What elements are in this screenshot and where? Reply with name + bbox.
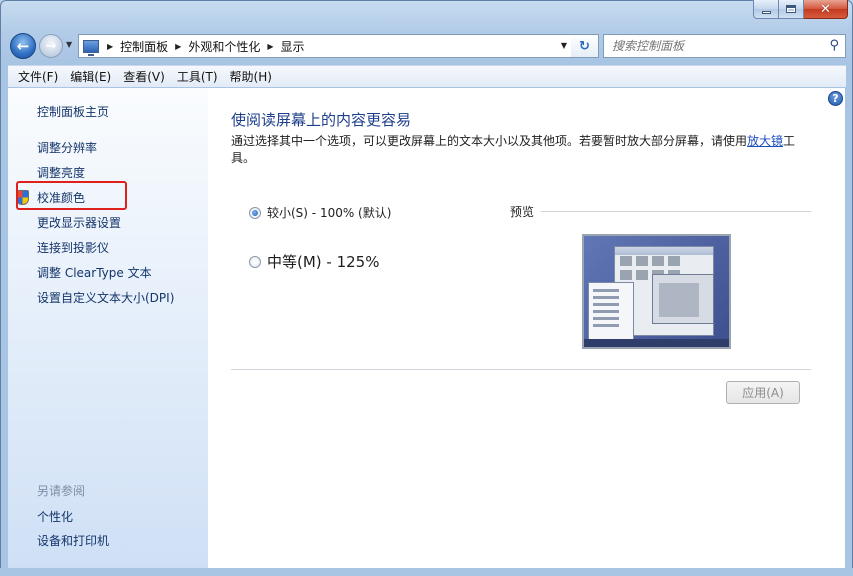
option-medium-label: 中等(M) - 125% (267, 253, 380, 271)
page-title: 使阅读屏幕上的内容更容易 (231, 111, 412, 129)
sidebar-link-control-panel-home[interactable]: 控制面板主页 (37, 103, 109, 120)
minimize-icon (761, 10, 771, 14)
breadcrumb-separator-icon[interactable]: ▶ (267, 42, 273, 51)
main-content: ? 使阅读屏幕上的内容更容易 通过选择其中一个选项，可以更改屏幕上的文本大小以及… (208, 88, 845, 568)
menu-help[interactable]: 帮助(H) (224, 68, 278, 85)
address-dropdown-icon[interactable]: ▼ (561, 41, 567, 50)
refresh-button[interactable]: ↻ (571, 34, 599, 58)
menu-bar: 文件(F) 编辑(E) 查看(V) 工具(T) 帮助(H) (8, 65, 846, 87)
breadcrumb-separator-icon[interactable]: ▶ (107, 42, 113, 51)
breadcrumb-display[interactable]: 显示 (281, 38, 305, 55)
magnifier-link[interactable]: 放大镜 (747, 134, 783, 148)
menu-file[interactable]: 文件(F) (12, 68, 64, 85)
back-arrow-icon: ← (16, 37, 30, 55)
minimize-button[interactable] (753, 0, 779, 19)
close-icon: ✕ (820, 1, 831, 17)
breadcrumb-separator-icon[interactable]: ▶ (175, 42, 181, 51)
menu-view[interactable]: 查看(V) (117, 68, 171, 85)
help-icon[interactable]: ? (828, 91, 843, 106)
refresh-icon: ↻ (579, 38, 590, 54)
option-smaller-label: 较小(S) - 100% (默认) (267, 206, 392, 220)
preview-taskbar (584, 339, 729, 347)
close-button[interactable]: ✕ (804, 0, 848, 19)
breadcrumb-control-panel[interactable]: 控制面板 (120, 38, 168, 55)
maximize-icon (786, 5, 796, 13)
menu-edit[interactable]: 编辑(E) (64, 68, 117, 85)
preview-divider (541, 211, 811, 212)
sidebar-link-adjust-resolution[interactable]: 调整分辨率 (37, 139, 97, 156)
chevron-down-icon: ▼ (66, 40, 73, 49)
sidebar-link-connect-projector[interactable]: 连接到投影仪 (37, 239, 109, 256)
radio-smaller[interactable] (249, 206, 261, 219)
sidebar-link-custom-dpi[interactable]: 设置自定义文本大小(DPI) (37, 289, 174, 306)
sidebar-link-devices-printers[interactable]: 设备和打印机 (37, 532, 109, 549)
preview-image (582, 234, 731, 349)
back-button[interactable]: ← (10, 33, 36, 59)
highlight-annotation-box (16, 181, 127, 210)
caption-buttons: ✕ (753, 0, 848, 19)
menu-tools[interactable]: 工具(T) (171, 68, 224, 85)
preview-window-left (588, 282, 634, 340)
option-medium[interactable]: 中等(M) - 125% (249, 251, 379, 272)
recent-pages-dropdown[interactable]: ▼ (66, 40, 76, 52)
see-also-header: 另请参阅 (37, 484, 86, 498)
window-bottom-edge (0, 568, 853, 576)
search-icon[interactable]: ⚲ (829, 38, 839, 53)
sidebar-link-adjust-brightness[interactable]: 调整亮度 (37, 164, 85, 181)
address-bar[interactable]: ▶ 控制面板 ▶ 外观和个性化 ▶ 显示 ▼ (78, 34, 574, 58)
search-box[interactable]: ⚲ (603, 34, 846, 58)
option-smaller[interactable]: 较小(S) - 100% (默认) (249, 204, 391, 221)
content-divider (231, 369, 811, 370)
sidebar-link-cleartype[interactable]: 调整 ClearType 文本 (37, 264, 152, 281)
navigation-bar: ← → ▼ ▶ 控制面板 ▶ 外观和个性化 ▶ 显示 ▼ ↻ ⚲ (8, 32, 846, 60)
breadcrumb-appearance[interactable]: 外观和个性化 (188, 38, 260, 55)
preview-window-front (652, 274, 714, 324)
sidebar-link-change-display-settings[interactable]: 更改显示器设置 (37, 214, 121, 231)
preview-label: 预览 (510, 205, 535, 219)
page-description: 通过选择其中一个选项，可以更改屏幕上的文本大小以及其他项。若要暂时放大部分屏幕，… (231, 134, 796, 165)
maximize-button[interactable] (779, 0, 804, 19)
apply-button[interactable]: 应用(A) (726, 381, 800, 404)
search-input[interactable] (612, 39, 812, 53)
monitor-icon (83, 39, 99, 56)
sidebar-link-personalization[interactable]: 个性化 (37, 508, 73, 525)
forward-arrow-icon: → (45, 38, 57, 54)
sidebar: 控制面板主页 调整分辨率 调整亮度 校准颜色 更改显示器设置 连接到投影仪 调整… (8, 88, 208, 568)
forward-button[interactable]: → (39, 34, 63, 58)
radio-medium[interactable] (249, 255, 261, 268)
